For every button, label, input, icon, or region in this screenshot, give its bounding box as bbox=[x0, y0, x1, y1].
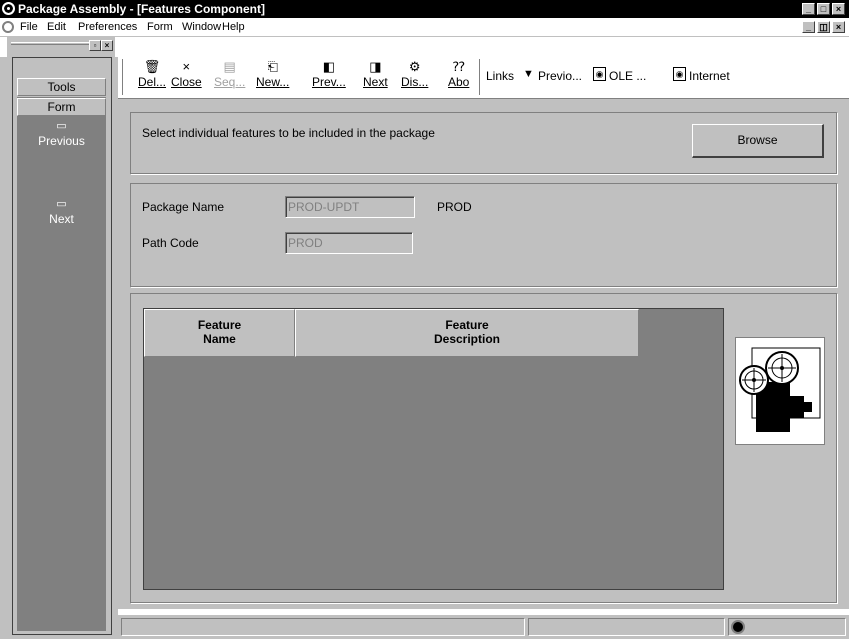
next-icon: ◨ bbox=[369, 59, 382, 74]
next-button[interactable]: ◨ Next bbox=[363, 59, 388, 89]
previo-link[interactable]: Previo... bbox=[538, 69, 582, 83]
package-name-field[interactable]: PROD-UPDT bbox=[285, 196, 415, 218]
display-button[interactable]: ⚙ Dis... bbox=[401, 59, 428, 89]
ole-icon: ◉ bbox=[593, 67, 606, 81]
globe-icon bbox=[731, 620, 745, 634]
menu-separator bbox=[0, 36, 849, 57]
internet-icon: ◉ bbox=[673, 67, 686, 81]
film-projector-icon bbox=[739, 347, 821, 432]
child-minimize-button[interactable]: _ bbox=[802, 21, 815, 33]
sidebar-header: ▫ × bbox=[7, 36, 115, 58]
sidebar-close-button[interactable]: × bbox=[101, 40, 113, 51]
delete-button[interactable]: 🗑 Del... bbox=[138, 59, 166, 89]
sidebar-item-label: Previous bbox=[38, 134, 85, 148]
child-window-icon[interactable] bbox=[2, 21, 14, 33]
close-button[interactable]: × Close bbox=[171, 59, 202, 89]
about-button[interactable]: ⁇ Abo bbox=[448, 59, 469, 89]
internet-link[interactable]: Internet bbox=[689, 69, 730, 83]
menu-bar: File Edit Preferences Form Window Help _… bbox=[0, 18, 849, 36]
menu-help[interactable]: Help bbox=[222, 21, 245, 33]
instruction-text: Select individual features to be include… bbox=[142, 126, 435, 140]
sidebar-form-tab[interactable]: Form bbox=[17, 98, 106, 116]
status-bar bbox=[118, 615, 849, 639]
sidebar-item-next[interactable]: ▭ Next bbox=[17, 198, 106, 226]
menu-preferences[interactable]: Preferences bbox=[78, 21, 137, 33]
child-restore-button[interactable]: ◫ bbox=[817, 21, 830, 33]
path-code-label: Path Code bbox=[142, 236, 199, 250]
package-name-description: PROD bbox=[437, 200, 472, 214]
sidebar-tools-tab[interactable]: Tools bbox=[17, 78, 106, 96]
window-title: Package Assembly - [Features Component] bbox=[18, 2, 265, 16]
next-form-icon: ▭ bbox=[56, 198, 67, 210]
column-header-feature-name[interactable]: Feature Name bbox=[144, 309, 295, 357]
trash-icon: 🗑 bbox=[143, 59, 161, 74]
sidebar-item-label: Next bbox=[49, 212, 74, 226]
status-pane-secondary bbox=[528, 618, 725, 636]
about-icon: ⁇ bbox=[452, 59, 465, 74]
new-icon: ⎗ bbox=[267, 59, 278, 74]
sidebar-grip[interactable] bbox=[11, 42, 89, 45]
menu-edit[interactable]: Edit bbox=[47, 21, 66, 33]
close-icon: × bbox=[182, 59, 191, 74]
toolbar: 🗑 Del... × Close ▤ Seq... ⎗ New... ◧ Pre… bbox=[118, 57, 849, 99]
package-name-label: Package Name bbox=[142, 200, 225, 214]
prev-button[interactable]: ◧ Prev... bbox=[312, 59, 346, 89]
display-icon: ⚙ bbox=[408, 59, 421, 74]
sidebar-item-previous[interactable]: ▭ Previous bbox=[17, 120, 106, 148]
title-bar: Package Assembly - [Features Component] … bbox=[0, 0, 849, 18]
toolbar-separator bbox=[479, 59, 481, 95]
links-label[interactable]: Links bbox=[486, 69, 514, 83]
new-button[interactable]: ⎗ New... bbox=[256, 59, 289, 89]
prev-icon: ◧ bbox=[322, 59, 336, 74]
ole-link[interactable]: OLE ... bbox=[609, 69, 646, 83]
menu-form[interactable]: Form bbox=[147, 21, 173, 33]
column-header-feature-description[interactable]: Feature Description bbox=[295, 309, 639, 357]
browse-button[interactable]: Browse bbox=[692, 124, 824, 158]
minimize-button[interactable]: _ bbox=[802, 3, 815, 15]
menu-file[interactable]: File bbox=[20, 21, 38, 33]
sequence-icon: ▤ bbox=[223, 59, 236, 74]
path-code-field[interactable]: PROD bbox=[285, 232, 413, 254]
menu-window[interactable]: Window bbox=[182, 21, 221, 33]
child-close-button[interactable]: × bbox=[832, 21, 845, 33]
sequence-button[interactable]: ▤ Seq... bbox=[214, 59, 245, 89]
close-window-button[interactable]: × bbox=[832, 3, 845, 15]
status-pane-main bbox=[121, 618, 525, 636]
previous-form-icon: ▭ bbox=[56, 120, 67, 132]
maximize-button[interactable]: □ bbox=[817, 3, 830, 15]
sidebar-body bbox=[17, 97, 106, 631]
projector-image bbox=[735, 337, 825, 445]
form-panel bbox=[130, 183, 837, 287]
app-icon bbox=[2, 2, 15, 15]
chevron-down-icon[interactable]: ▼ bbox=[523, 68, 534, 80]
sidebar-dock-button[interactable]: ▫ bbox=[89, 40, 101, 51]
status-pane-indicator bbox=[728, 618, 846, 636]
toolbar-grip bbox=[122, 59, 124, 95]
features-grid[interactable]: Feature Name Feature Description bbox=[143, 308, 724, 590]
